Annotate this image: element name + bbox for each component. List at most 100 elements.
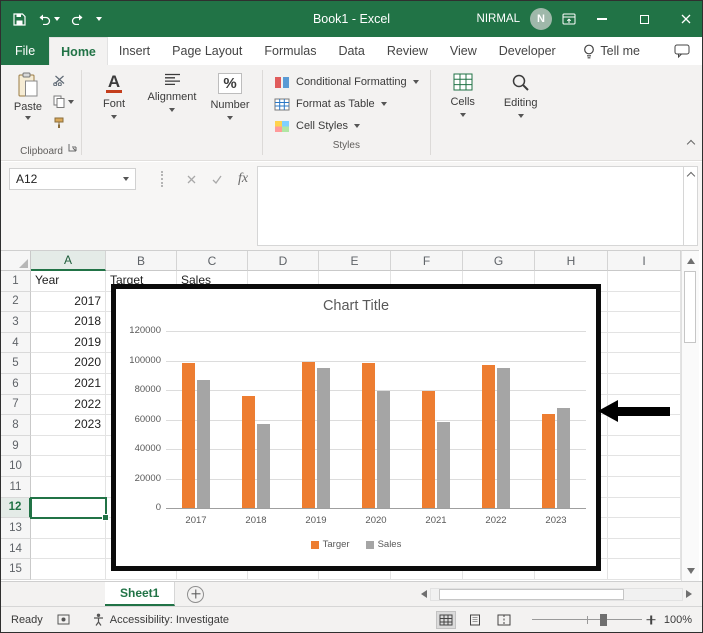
cell-I4[interactable] bbox=[608, 333, 681, 354]
column-header-E[interactable]: E bbox=[319, 251, 391, 271]
vertical-scroll-thumb[interactable] bbox=[684, 271, 696, 343]
insert-function-button[interactable]: fx bbox=[231, 168, 255, 190]
copy-button[interactable] bbox=[53, 94, 74, 109]
bar-targer-2022[interactable] bbox=[482, 365, 495, 508]
cell-A5[interactable]: 2020 bbox=[31, 353, 106, 374]
horizontal-scrollbar[interactable] bbox=[421, 586, 692, 602]
tab-home[interactable]: Home bbox=[49, 37, 108, 65]
bar-sales-2021[interactable] bbox=[437, 422, 450, 508]
redo-button[interactable] bbox=[71, 14, 85, 25]
macro-record-icon[interactable] bbox=[57, 614, 70, 625]
tab-data[interactable]: Data bbox=[327, 37, 375, 65]
cell-I5[interactable] bbox=[608, 353, 681, 374]
minimize-button[interactable] bbox=[586, 1, 618, 37]
alignment-group-button[interactable]: Alignment bbox=[143, 65, 201, 160]
tell-me-box[interactable]: Tell me bbox=[583, 37, 640, 65]
scroll-left-button[interactable] bbox=[421, 590, 427, 598]
row-header-14[interactable]: 14 bbox=[1, 539, 31, 560]
tab-page-layout[interactable]: Page Layout bbox=[161, 37, 253, 65]
formula-bar-divider[interactable] bbox=[161, 171, 163, 187]
account-name[interactable]: NIRMAL bbox=[477, 13, 520, 25]
font-group-button[interactable]: A Font bbox=[85, 65, 143, 160]
clipboard-dialog-launcher[interactable] bbox=[68, 139, 77, 157]
row-header-6[interactable]: 6 bbox=[1, 374, 31, 395]
cell-A10[interactable] bbox=[31, 456, 106, 477]
paste-button[interactable]: Paste bbox=[5, 70, 51, 120]
ribbon-display-options-button[interactable] bbox=[562, 12, 576, 26]
normal-view-button[interactable] bbox=[436, 611, 456, 629]
cell-I9[interactable] bbox=[608, 436, 681, 457]
select-all-corner[interactable] bbox=[1, 251, 31, 271]
cell-A2[interactable]: 2017 bbox=[31, 292, 106, 313]
bar-sales-2023[interactable] bbox=[557, 408, 570, 508]
cell-I15[interactable] bbox=[608, 559, 681, 580]
cell-I1[interactable] bbox=[608, 271, 681, 292]
tab-review[interactable]: Review bbox=[376, 37, 439, 65]
editing-group-button[interactable]: Editing bbox=[492, 65, 550, 160]
zoom-percentage[interactable]: 100% bbox=[660, 614, 692, 626]
save-button[interactable] bbox=[13, 13, 26, 26]
legend-item-sales[interactable]: Sales bbox=[366, 539, 402, 550]
bar-targer-2018[interactable] bbox=[242, 396, 255, 508]
cell-I12[interactable] bbox=[608, 498, 681, 519]
cell-A14[interactable] bbox=[31, 539, 106, 560]
row-header-2[interactable]: 2 bbox=[1, 292, 31, 313]
format-as-table-button[interactable]: Format as Table bbox=[266, 93, 427, 115]
scroll-up-button[interactable] bbox=[682, 253, 699, 269]
cell-A13[interactable] bbox=[31, 518, 106, 539]
row-header-3[interactable]: 3 bbox=[1, 312, 31, 333]
cell-A3[interactable]: 2018 bbox=[31, 312, 106, 333]
maximize-button[interactable] bbox=[628, 1, 660, 37]
scroll-down-button[interactable] bbox=[682, 563, 699, 579]
column-header-D[interactable]: D bbox=[248, 251, 319, 271]
cell-I2[interactable] bbox=[608, 292, 681, 313]
column-header-A[interactable]: A bbox=[31, 251, 106, 271]
tab-file[interactable]: File bbox=[1, 37, 49, 65]
page-break-view-button[interactable] bbox=[494, 611, 514, 629]
account-avatar[interactable]: N bbox=[530, 8, 552, 30]
horizontal-scroll-track[interactable] bbox=[430, 588, 683, 601]
chart-title[interactable]: Chart Title bbox=[116, 298, 596, 314]
undo-button[interactable] bbox=[37, 14, 60, 25]
cell-I14[interactable] bbox=[608, 539, 681, 560]
tab-view[interactable]: View bbox=[439, 37, 488, 65]
cell-A7[interactable]: 2022 bbox=[31, 395, 106, 416]
row-header-9[interactable]: 9 bbox=[1, 436, 31, 457]
chart[interactable]: Chart Title 0200004000060000800001000001… bbox=[111, 284, 601, 571]
cell-I6[interactable] bbox=[608, 374, 681, 395]
cell-I10[interactable] bbox=[608, 456, 681, 477]
page-layout-view-button[interactable] bbox=[465, 611, 485, 629]
formula-input[interactable] bbox=[257, 166, 684, 246]
cell-styles-button[interactable]: Cell Styles bbox=[266, 115, 427, 137]
bar-targer-2023[interactable] bbox=[542, 414, 555, 508]
column-header-F[interactable]: F bbox=[391, 251, 463, 271]
bar-sales-2019[interactable] bbox=[317, 368, 330, 508]
row-header-5[interactable]: 5 bbox=[1, 353, 31, 374]
zoom-slider-thumb[interactable] bbox=[600, 614, 607, 626]
collapse-formula-bar-button[interactable] bbox=[684, 166, 698, 246]
legend-item-targer[interactable]: Targer bbox=[311, 539, 350, 550]
cell-A15[interactable] bbox=[31, 559, 106, 580]
bar-targer-2021[interactable] bbox=[422, 391, 435, 508]
accessibility-status[interactable]: Accessibility: Investigate bbox=[92, 613, 229, 626]
close-button[interactable] bbox=[670, 1, 702, 37]
row-header-10[interactable]: 10 bbox=[1, 456, 31, 477]
bar-sales-2022[interactable] bbox=[497, 368, 510, 508]
horizontal-scroll-thumb[interactable] bbox=[439, 589, 624, 600]
bar-sales-2020[interactable] bbox=[377, 391, 390, 508]
column-header-B[interactable]: B bbox=[106, 251, 177, 271]
bar-targer-2019[interactable] bbox=[302, 362, 315, 508]
customize-quick-access-button[interactable] bbox=[96, 17, 102, 21]
name-box[interactable]: A12 bbox=[9, 168, 136, 190]
cell-A11[interactable] bbox=[31, 477, 106, 498]
cell-A4[interactable]: 2019 bbox=[31, 333, 106, 354]
cells-group-button[interactable]: Cells bbox=[434, 65, 492, 160]
enter-button[interactable] bbox=[205, 168, 229, 190]
cell-A6[interactable]: 2021 bbox=[31, 374, 106, 395]
cell-I13[interactable] bbox=[608, 518, 681, 539]
zoom-slider[interactable] bbox=[532, 613, 642, 627]
vertical-scrollbar[interactable] bbox=[681, 250, 699, 581]
conditional-formatting-button[interactable]: Conditional Formatting bbox=[266, 71, 427, 93]
sheet-tab-sheet1[interactable]: Sheet1 bbox=[105, 582, 175, 606]
bar-targer-2020[interactable] bbox=[362, 363, 375, 508]
